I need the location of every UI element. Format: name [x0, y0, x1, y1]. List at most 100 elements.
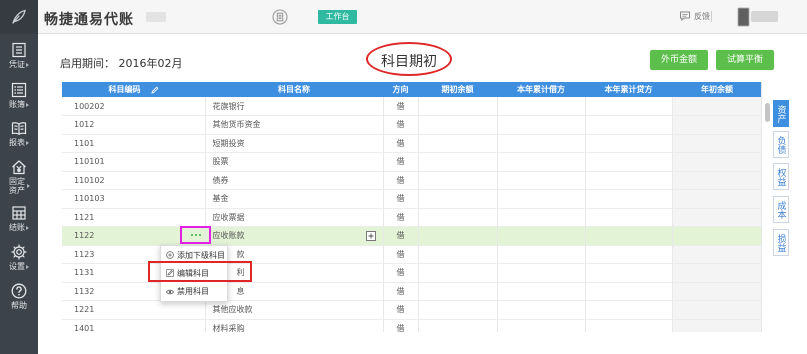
- tab-workbench[interactable]: 工作台: [318, 10, 357, 24]
- ytd-debit-cell[interactable]: [497, 282, 586, 301]
- foreign-currency-button[interactable]: 外币金额: [650, 50, 708, 70]
- opening-balance-cell[interactable]: [418, 208, 498, 227]
- opening-balance-cell[interactable]: [418, 134, 498, 153]
- sidebar-item-voucher[interactable]: 凭证: [0, 42, 38, 69]
- feedback-button[interactable]: 反馈: [679, 9, 710, 23]
- trial-balance-button[interactable]: 试算平衡: [716, 50, 774, 70]
- ytd-credit-cell[interactable]: [585, 208, 673, 227]
- beginning-year-balance-cell[interactable]: [672, 115, 761, 135]
- ytd-debit-cell[interactable]: [497, 115, 586, 135]
- ytd-debit-cell[interactable]: [497, 245, 586, 264]
- opening-balance-cell[interactable]: [418, 226, 498, 246]
- sidebar: 凭证 账簿 报表 固定资产 结账 设置 帮助: [0, 0, 38, 354]
- ytd-credit-cell[interactable]: [585, 245, 673, 264]
- sidebar-item-fixed-assets[interactable]: 固定资产: [0, 159, 38, 195]
- ytd-debit-cell[interactable]: [497, 319, 586, 332]
- pencil-icon[interactable]: [150, 86, 159, 94]
- opening-balance-cell[interactable]: [418, 152, 498, 172]
- beginning-year-balance-cell[interactable]: [672, 171, 761, 190]
- table-row[interactable]: 1122 应收账款借: [62, 226, 761, 246]
- avatar[interactable]: [738, 8, 749, 26]
- account-name-cell: 花旗银行: [205, 97, 384, 116]
- tab-assets[interactable]: 资产: [773, 100, 789, 127]
- tab-equity[interactable]: 权益: [773, 163, 789, 190]
- ytd-credit-cell[interactable]: [585, 263, 673, 283]
- ytd-debit-cell[interactable]: [497, 97, 586, 116]
- beginning-year-balance-cell[interactable]: [672, 208, 761, 227]
- direction-cell: 借: [383, 152, 419, 172]
- opening-balance-cell[interactable]: [418, 319, 498, 332]
- ytd-debit-cell[interactable]: [497, 189, 586, 209]
- beginning-year-balance-cell[interactable]: [672, 282, 761, 301]
- table-row[interactable]: 100202 花旗银行借: [62, 97, 761, 116]
- direction-cell: 借: [383, 245, 419, 264]
- beginning-year-balance-cell[interactable]: [672, 245, 761, 264]
- opening-balance-cell[interactable]: [418, 282, 498, 301]
- beginning-year-balance-cell[interactable]: [672, 263, 761, 283]
- beginning-year-balance-cell[interactable]: [672, 97, 761, 116]
- leaf-logo-icon[interactable]: [0, 0, 38, 34]
- top-bar: 畅捷通易代账 工作台 反馈: [38, 0, 807, 34]
- tab-liabilities[interactable]: 负债: [773, 131, 789, 158]
- table-row[interactable]: 1401 材料采购借: [62, 319, 761, 332]
- opening-balance-cell[interactable]: [418, 263, 498, 283]
- ytd-debit-cell[interactable]: [497, 208, 586, 227]
- sidebar-item-report[interactable]: 报表: [0, 120, 38, 147]
- ytd-credit-cell[interactable]: [585, 226, 673, 246]
- beginning-year-balance-cell[interactable]: [672, 189, 761, 209]
- ytd-credit-cell[interactable]: [585, 134, 673, 153]
- ytd-credit-cell[interactable]: [585, 171, 673, 190]
- ytd-debit-cell[interactable]: [497, 300, 586, 320]
- beginning-year-balance-cell[interactable]: [672, 226, 761, 246]
- ytd-credit-cell[interactable]: [585, 115, 673, 135]
- eye-icon: [166, 289, 174, 294]
- ytd-debit-cell[interactable]: [497, 171, 586, 190]
- ytd-debit-cell[interactable]: [497, 134, 586, 153]
- ytd-debit-cell[interactable]: [497, 152, 586, 172]
- opening-balance-cell[interactable]: [418, 115, 498, 135]
- table-row[interactable]: 110101 股票借: [62, 152, 761, 172]
- ytd-credit-cell[interactable]: [585, 97, 673, 116]
- ytd-credit-cell[interactable]: [585, 189, 673, 209]
- opening-balance-cell[interactable]: [418, 189, 498, 209]
- table-row[interactable]: 1012 其他货币资金借: [62, 115, 761, 135]
- expand-plus-icon[interactable]: [366, 231, 376, 241]
- opening-balance-cell[interactable]: [418, 171, 498, 190]
- beginning-year-balance-cell[interactable]: [672, 134, 761, 153]
- sidebar-item-closing[interactable]: 结账: [0, 205, 38, 232]
- ytd-credit-cell[interactable]: [585, 319, 673, 332]
- ytd-debit-cell[interactable]: [497, 263, 586, 283]
- ytd-credit-cell[interactable]: [585, 300, 673, 320]
- ytd-debit-cell[interactable]: [497, 226, 586, 246]
- menu-item-add-sub-account[interactable]: 添加下级科目: [161, 246, 227, 264]
- table-row[interactable]: 110103 基金借: [62, 189, 761, 209]
- sidebar-item-ledger[interactable]: 账簿: [0, 82, 38, 109]
- menu-item-edit-account[interactable]: 编辑科目: [161, 264, 227, 282]
- sidebar-item-label: 帮助: [11, 301, 27, 310]
- opening-balance-cell[interactable]: [418, 245, 498, 264]
- account-code-cell: 1221: [62, 300, 206, 320]
- scrollbar-thumb[interactable]: [765, 103, 770, 122]
- menu-item-disable-account[interactable]: 禁用科目: [161, 283, 227, 301]
- ytd-credit-cell[interactable]: [585, 282, 673, 301]
- sidebar-item-settings[interactable]: 设置: [0, 244, 38, 271]
- tab-cost[interactable]: 成本: [773, 196, 789, 223]
- table-row[interactable]: 1101 短期投资借: [62, 134, 761, 153]
- account-name-cell: 短期投资: [205, 134, 384, 153]
- table-row[interactable]: 1121 应收票据借: [62, 208, 761, 227]
- direction-cell: 借: [383, 319, 419, 332]
- opening-balance-cell[interactable]: [418, 97, 498, 116]
- table-row[interactable]: 1221 其他应收款借: [62, 300, 761, 320]
- beginning-year-balance-cell[interactable]: [672, 152, 761, 172]
- table-row[interactable]: 110102 债券借: [62, 171, 761, 190]
- tab-profit-loss[interactable]: 损益: [773, 229, 789, 256]
- more-actions-button[interactable]: [182, 228, 209, 242]
- opening-balance-cell[interactable]: [418, 300, 498, 320]
- ytd-credit-cell[interactable]: [585, 152, 673, 172]
- sidebar-item-help[interactable]: 帮助: [0, 283, 38, 310]
- beginning-year-balance-cell[interactable]: [672, 319, 761, 332]
- document-icon[interactable]: [272, 9, 288, 25]
- edit-icon: [166, 269, 174, 278]
- direction-cell: 借: [383, 189, 419, 209]
- beginning-year-balance-cell[interactable]: [672, 300, 761, 320]
